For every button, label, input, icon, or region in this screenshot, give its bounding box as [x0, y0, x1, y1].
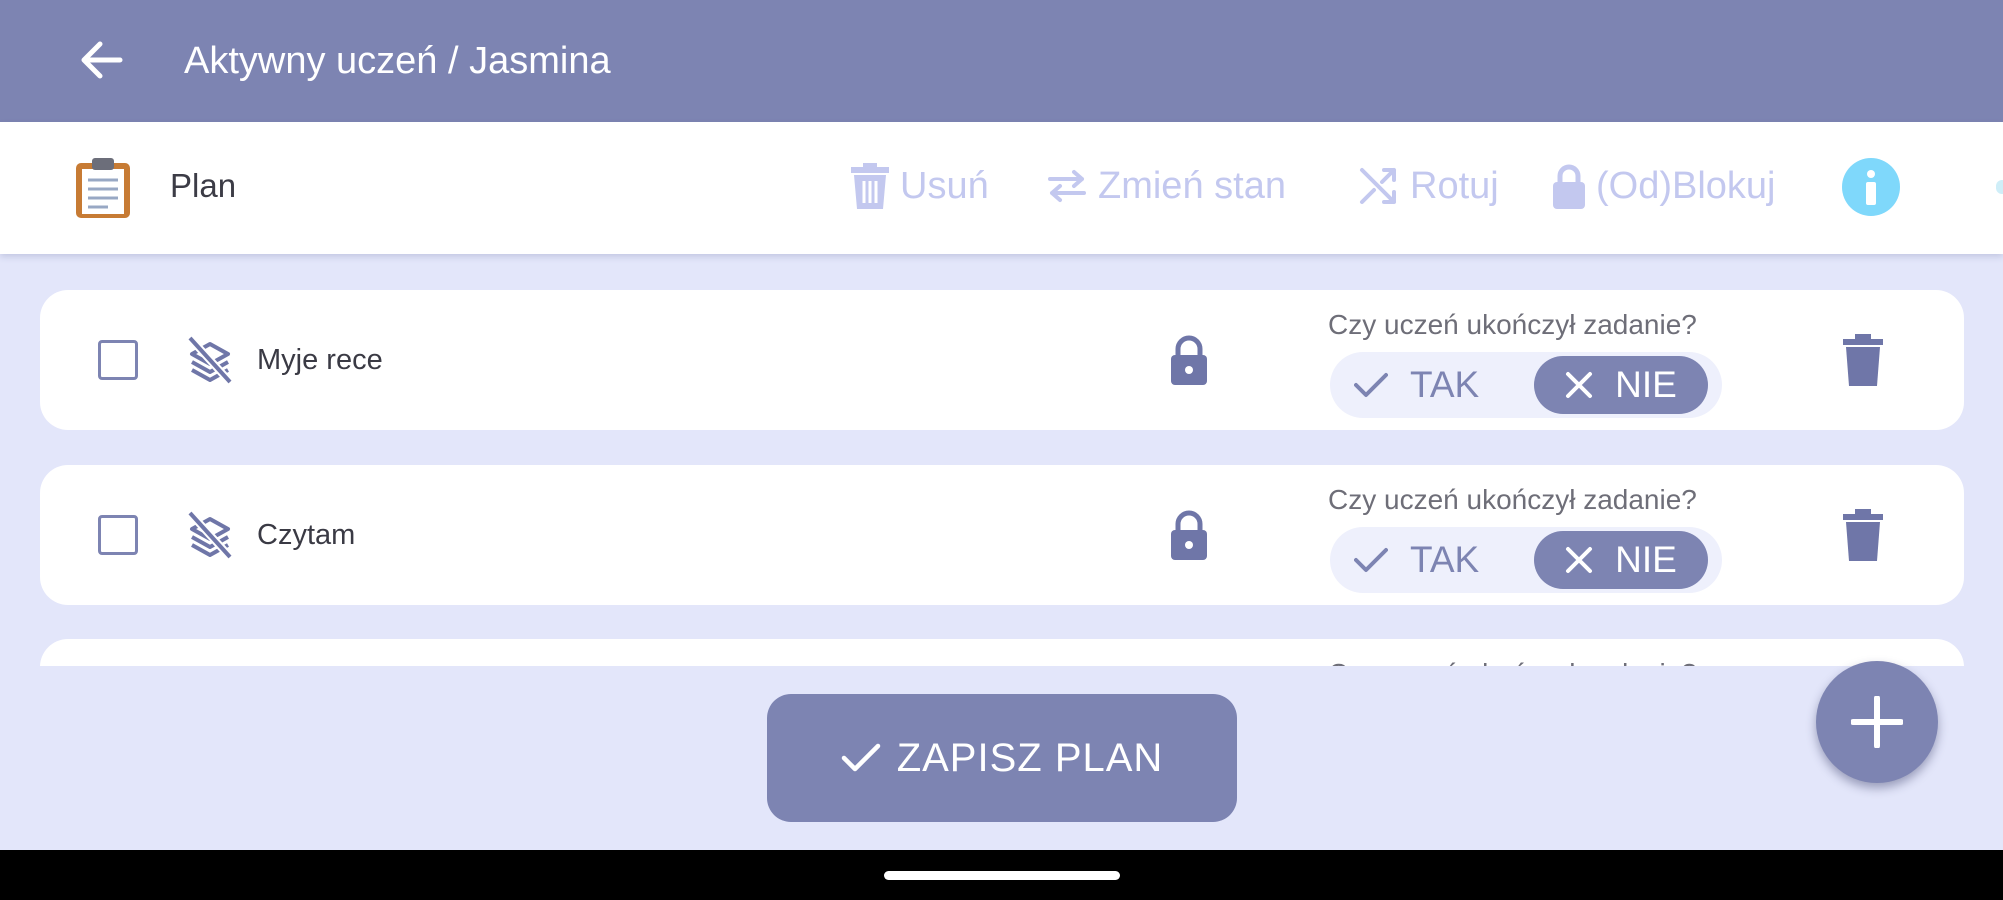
change-state-label: Zmień stan: [1098, 164, 1286, 207]
no-label: NIE: [1615, 539, 1677, 580]
page-title: Aktywny uczeń / Jasmina: [184, 40, 611, 82]
save-plan-button[interactable]: ZAPISZ PLAN: [767, 694, 1237, 822]
yes-option[interactable]: TAK: [1354, 358, 1479, 412]
lock-icon[interactable]: [1164, 509, 1214, 561]
system-navigation-bar: [0, 850, 2003, 900]
lock-icon: [1553, 164, 1585, 209]
rotate-button[interactable]: Rotuj: [1358, 158, 1499, 214]
check-icon: [1354, 548, 1388, 572]
completion-question: Czy uczeń ukończył zadanie?: [1328, 657, 1697, 666]
arrow-left-icon: [81, 41, 123, 79]
layers-off-icon: [187, 510, 233, 560]
no-label: NIE: [1615, 364, 1677, 405]
yes-option[interactable]: TAK: [1354, 533, 1479, 587]
no-option-selected[interactable]: NIE: [1534, 531, 1708, 589]
completion-question: Czy uczeń ukończył zadanie?: [1328, 484, 1697, 515]
clipboard-icon: [76, 158, 130, 218]
delete-action-button[interactable]: Usuń: [850, 158, 989, 214]
completion-toggle: TAK NIE: [1330, 352, 1722, 418]
close-icon: [1566, 372, 1593, 398]
yes-label: TAK: [1410, 539, 1480, 580]
info-button[interactable]: [1842, 158, 1900, 216]
trash-icon[interactable]: [1840, 509, 1886, 561]
task-name: Myje rece: [257, 344, 383, 376]
check-icon: [841, 743, 880, 772]
overflow-indicator: [1996, 180, 2003, 194]
task-name: Czytam: [257, 519, 356, 551]
add-task-button[interactable]: [1816, 661, 1938, 783]
task-checkbox[interactable]: [98, 340, 138, 380]
lock-icon[interactable]: [1164, 334, 1214, 386]
rotate-label: Rotuj: [1410, 164, 1499, 207]
task-card: Myje rece Czy uczeń ukończył zadanie? TA…: [40, 290, 1964, 430]
task-list: Myje rece Czy uczeń ukończył zadanie? TA…: [0, 254, 2003, 666]
check-icon: [1354, 373, 1388, 397]
close-icon: [1566, 547, 1593, 573]
lock-unlock-label: (Od)Blokuj: [1596, 164, 1776, 207]
home-gesture-handle[interactable]: [884, 871, 1120, 880]
plus-icon: [1851, 696, 1903, 748]
plan-toolbar: Plan Usuń Zmień stan Rotuj (Od)Blokuj: [0, 122, 2003, 254]
completion-question: Czy uczeń ukończył zadanie?: [1328, 309, 1697, 340]
no-option-selected[interactable]: NIE: [1534, 356, 1708, 414]
save-plan-label: ZAPISZ PLAN: [896, 735, 1164, 780]
back-button[interactable]: [72, 30, 132, 90]
completion-toggle: TAK NIE: [1330, 527, 1722, 593]
trash-icon: [851, 163, 889, 209]
task-card-partial: Czy uczeń ukończył zadanie?: [40, 639, 1964, 666]
app-bar: Aktywny uczeń / Jasmina: [0, 0, 2003, 122]
plan-label: Plan: [170, 167, 237, 204]
task-card: Czytam Czy uczeń ukończył zadanie? TAK N…: [40, 465, 1964, 605]
trash-icon[interactable]: [1840, 334, 1886, 386]
change-state-button[interactable]: Zmień stan: [1046, 158, 1286, 214]
layers-off-icon: [187, 335, 233, 385]
shuffle-icon: [1360, 168, 1396, 204]
lock-unlock-button[interactable]: (Od)Blokuj: [1552, 158, 1776, 214]
delete-action-label: Usuń: [900, 164, 989, 207]
task-checkbox[interactable]: [98, 515, 138, 555]
yes-label: TAK: [1410, 364, 1480, 405]
info-icon: [1866, 170, 1876, 205]
swap-arrows-icon: [1048, 170, 1086, 202]
